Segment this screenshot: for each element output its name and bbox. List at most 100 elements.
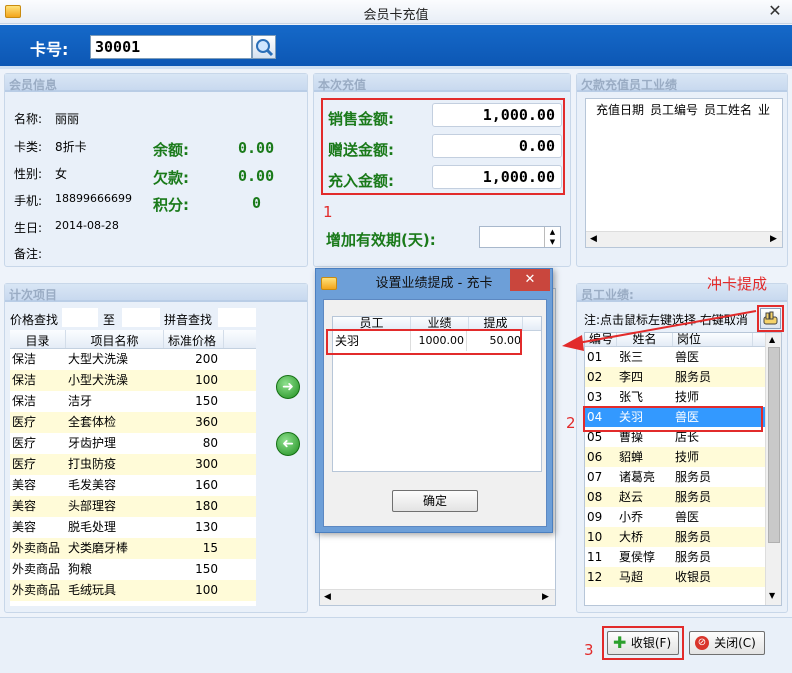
staff-row[interactable]: 07 诸葛亮 服务员 — [585, 467, 781, 487]
charge-amount-label: 充入金额: — [328, 172, 394, 190]
staff-row[interactable]: 03 张飞 技师 — [585, 387, 781, 407]
arrow-left-icon: ➜ — [282, 436, 294, 452]
staff-grid[interactable]: 编号 姓名 岗位 01张三兽医 02李四服务员 03张飞技师 04关羽兽医 05… — [584, 332, 782, 606]
items-row[interactable]: 医疗 打虫防疫 300 — [10, 454, 256, 475]
staff-row[interactable]: 11 夏侯惇 服务员 — [585, 547, 781, 567]
debt-col-staff-name[interactable]: 员工姓名 — [704, 99, 752, 121]
annotation-commission: 冲卡提成 — [707, 275, 768, 293]
birthday-value: 2014-08-28 — [55, 219, 119, 232]
debt-col-date[interactable]: 充值日期 — [596, 99, 644, 121]
gender-label: 性别: — [14, 167, 43, 181]
annotation-1: 1 — [323, 203, 333, 221]
price-max-input[interactable] — [122, 308, 160, 327]
staff-vscrollbar[interactable]: ▲ ▼ — [765, 333, 781, 605]
member-info-title: 会员信息 — [5, 74, 307, 92]
name-value: 丽丽 — [55, 112, 80, 126]
remove-item-button[interactable]: ➜ — [276, 432, 300, 456]
scroll-up-icon[interactable]: ▲ — [769, 335, 775, 344]
points-value: 0 — [252, 194, 262, 212]
birthday-label: 生日: — [14, 221, 43, 235]
extend-days-label: 增加有效期(天): — [326, 231, 436, 249]
sale-amount-input[interactable]: 1,000.00 — [432, 103, 562, 127]
items-col-price[interactable]: 标准价格 — [164, 330, 224, 348]
staff-row[interactable]: 06 貂蝉 技师 — [585, 447, 781, 467]
gift-amount-label: 赠送金额: — [328, 141, 394, 159]
extend-days-stepper[interactable]: ▲ ▼ — [479, 226, 561, 248]
staff-row[interactable]: 09 小乔 兽医 — [585, 507, 781, 527]
items-row[interactable]: 美容 脱毛处理 130 — [10, 517, 256, 538]
items-col-name[interactable]: 项目名称 — [66, 330, 164, 348]
dialog-ok-button[interactable]: 确定 — [392, 490, 478, 512]
commission-button[interactable] — [760, 308, 781, 329]
items-row[interactable]: 美容 头部理容 180 — [10, 496, 256, 517]
close-button[interactable]: ⊘ 关闭(C) — [689, 631, 765, 655]
scroll-down-icon[interactable]: ▼ — [769, 591, 775, 600]
charge-amount-input[interactable]: 1,000.00 — [432, 165, 562, 189]
items-col-category[interactable]: 目录 — [10, 330, 66, 348]
phone-label: 手机: — [14, 194, 43, 208]
card-number-label: 卡号: — [30, 40, 69, 59]
debt-col-more[interactable]: 业 — [758, 99, 770, 121]
card-number-input[interactable]: 30001 — [90, 35, 252, 59]
stepper-down-icon[interactable]: ▼ — [544, 237, 560, 247]
add-item-button[interactable]: ➜ — [276, 375, 300, 399]
price-search-label: 价格查找 — [10, 313, 59, 327]
items-row[interactable]: 保洁 小型犬洗澡 100 — [10, 370, 256, 391]
window-title: 会员卡充值 — [363, 8, 429, 23]
scroll-thumb[interactable] — [768, 347, 780, 543]
items-row[interactable]: 医疗 全套体检 360 — [10, 412, 256, 433]
gift-amount-input[interactable]: 0.00 — [432, 134, 562, 158]
items-row[interactable]: 外卖商品 犬类磨牙棒 15 — [10, 538, 256, 559]
price-to-label: 至 — [103, 313, 116, 327]
items-title: 计次项目 — [5, 284, 307, 302]
annotation-3: 3 — [584, 641, 594, 659]
price-min-input[interactable] — [62, 308, 98, 327]
pinyin-search-label: 拼音查找 — [164, 313, 213, 327]
gender-value: 女 — [55, 167, 68, 181]
items-row[interactable]: 保洁 大型犬洗澡 200 — [10, 349, 256, 370]
items-row[interactable]: 保洁 洁牙 150 — [10, 391, 256, 412]
annotation-2: 2 — [566, 414, 576, 432]
annotation-arrow — [562, 310, 757, 351]
points-label: 积分: — [153, 196, 189, 214]
debt-hscrollbar[interactable]: ◀ ▶ — [586, 231, 782, 247]
card-type-label: 卡类: — [14, 140, 43, 154]
recharge-title: 本次充值 — [314, 74, 570, 92]
items-grid[interactable]: 目录 项目名称 标准价格 保洁 大型犬洗澡 200 保洁 小型犬洗澡 100 保洁 洁牙 1… — [10, 330, 256, 606]
checkout-label: 收银(F) — [630, 636, 672, 650]
stepper-up-icon[interactable]: ▲ — [544, 227, 560, 237]
hand-icon — [763, 311, 778, 325]
debt-staff-title: 欠款充值员工业绩 — [577, 74, 787, 92]
window-close-button[interactable]: ✕ — [758, 0, 792, 22]
debt-col-staff-id[interactable]: 员工编号 — [650, 99, 698, 121]
card-type-value: 8折卡 — [55, 140, 87, 154]
commission-dialog: 设置业绩提成 - 充卡 ✕ 员工 业绩 提成 关羽 1000.00 50.00 … — [315, 268, 553, 533]
sale-amount-label: 销售金额: — [328, 110, 394, 128]
scroll-left-icon[interactable]: ◀ — [590, 234, 597, 244]
items-row[interactable]: 美容 毛发美容 160 — [10, 475, 256, 496]
plus-icon: ✚ — [613, 633, 627, 652]
staff-row[interactable]: 02 李四 服务员 — [585, 367, 781, 387]
pinyin-search-input[interactable] — [218, 308, 256, 327]
name-label: 名称: — [14, 112, 43, 126]
items-row[interactable]: 外卖商品 狗粮 150 — [10, 559, 256, 580]
note-label: 备注: — [14, 247, 43, 261]
phone-value: 18899666699 — [55, 192, 132, 205]
close-label: 关闭(C) — [714, 636, 756, 650]
scroll-right-icon[interactable]: ▶ — [542, 592, 549, 602]
items-row[interactable]: 外卖商品 毛绒玩具 100 — [10, 580, 256, 601]
items-row[interactable]: 医疗 牙齿护理 80 — [10, 433, 256, 454]
staff-row[interactable]: 10 大桥 服务员 — [585, 527, 781, 547]
dialog-close-button[interactable]: ✕ — [510, 269, 550, 291]
scroll-left-icon[interactable]: ◀ — [324, 592, 331, 602]
balance-value: 0.00 — [238, 139, 275, 157]
selected-hscrollbar[interactable]: ◀ ▶ — [320, 589, 555, 605]
selected-staff-highlight — [583, 406, 763, 432]
card-search-button[interactable] — [252, 35, 276, 59]
staff-row[interactable]: 12 马超 收银员 — [585, 567, 781, 587]
scroll-right-icon[interactable]: ▶ — [770, 234, 777, 244]
checkout-button[interactable]: ✚ 收银(F) — [607, 631, 679, 655]
debt-staff-grid[interactable]: 充值日期 员工编号 员工姓名 业 ◀ ▶ — [585, 98, 783, 248]
staff-row[interactable]: 08 赵云 服务员 — [585, 487, 781, 507]
commission-row-highlight — [326, 329, 522, 355]
